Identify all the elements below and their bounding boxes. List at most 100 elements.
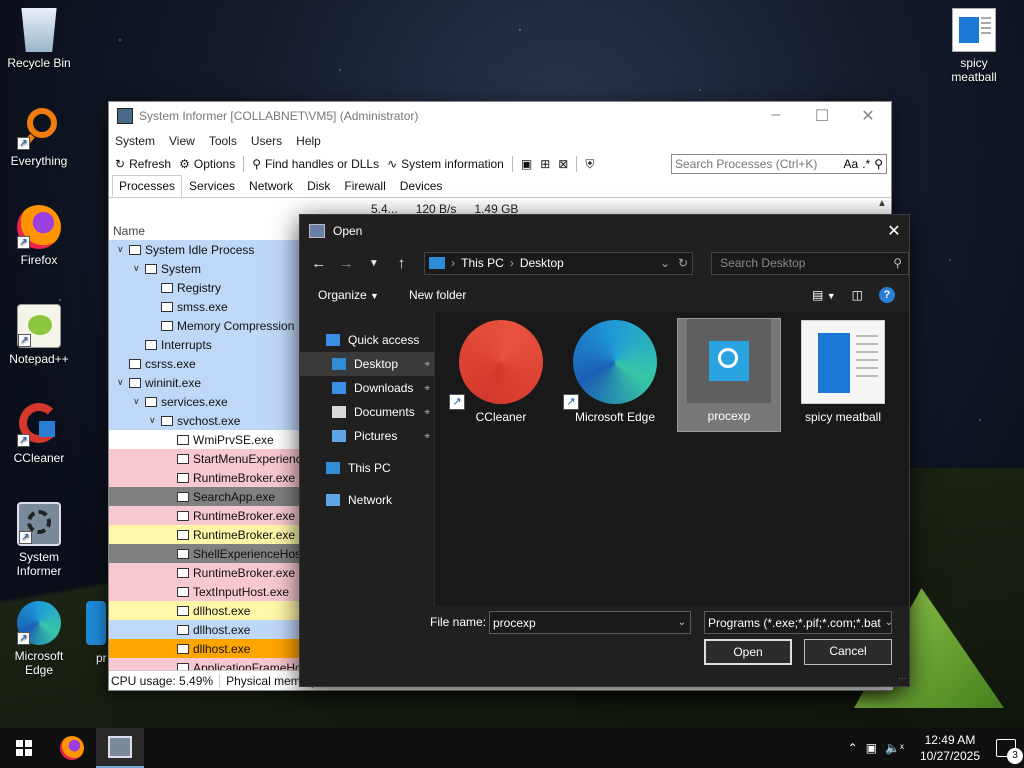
close-icon[interactable]: ✕ — [845, 106, 891, 126]
close-box-icon[interactable]: ⊠ — [558, 157, 568, 171]
expand-chevron-icon[interactable]: ∨ — [117, 377, 129, 388]
menu-view[interactable]: View — [169, 134, 195, 148]
process-row[interactable]: csrss.exe — [109, 354, 301, 373]
process-row[interactable]: RuntimeBroker.exe — [109, 506, 301, 525]
organize-button[interactable]: Organize ▼ — [318, 288, 379, 302]
back-arrow-icon[interactable]: ← — [310, 255, 328, 272]
file-type-select[interactable]: Programs (*.exe;*.pif;*.com;*.bat ⌄ — [704, 611, 892, 634]
search-processes-input[interactable]: Search Processes (Ctrl+K) Aa .* ⚲ — [671, 154, 887, 174]
process-row[interactable]: Memory Compression — [109, 316, 301, 335]
resize-grip-icon[interactable]: ⋯ — [898, 673, 907, 684]
nav-item-documents[interactable]: Documents ⌖ — [300, 400, 434, 424]
expand-chevron-icon[interactable]: ∨ — [149, 415, 161, 426]
options-button[interactable]: ⚙ Options — [179, 157, 235, 171]
breadcrumb-desktop[interactable]: Desktop — [520, 256, 564, 270]
breadcrumb-this-pc[interactable]: This PC — [461, 256, 504, 270]
find-handles-button[interactable]: ⚲ Find handles or DLLs — [252, 157, 379, 171]
process-row[interactable]: SearchApp.exe — [109, 487, 301, 506]
file-name-input[interactable]: procexp ⌄ — [489, 611, 691, 634]
tab-services[interactable]: Services — [182, 175, 242, 197]
network-icon[interactable]: ▣ — [866, 741, 877, 755]
desktop-icon-notepadpp[interactable]: ↗ Notepad++ — [1, 304, 77, 366]
search-desktop-input[interactable]: Search Desktop ⚲ — [711, 251, 910, 275]
process-row[interactable]: ShellExperienceHost.exe — [109, 544, 301, 563]
system-information-button[interactable]: ∿ System information — [387, 157, 504, 171]
menu-tools[interactable]: Tools — [209, 134, 237, 148]
help-icon[interactable]: ? — [879, 287, 895, 303]
process-row[interactable]: ∨ System Idle Process — [109, 240, 301, 259]
nav-item-pictures[interactable]: Pictures ⌖ — [300, 424, 434, 448]
window-icon[interactable]: ▣ — [521, 157, 532, 171]
desktop-icon-microsoft-edge[interactable]: ↗ Microsoft Edge — [1, 601, 77, 677]
desktop-icon-system-informer[interactable]: ↗ System Informer — [1, 502, 77, 578]
refresh-button[interactable]: ↻ Refresh — [115, 157, 171, 171]
regex-button[interactable]: .* — [862, 157, 870, 171]
tab-firewall[interactable]: Firewall — [337, 175, 392, 197]
cancel-button[interactable]: Cancel — [804, 639, 892, 665]
maximize-icon[interactable]: ☐ — [799, 106, 845, 126]
file-item[interactable]: Microsoft Edge ↗ — [563, 318, 667, 432]
expand-chevron-icon[interactable]: ∨ — [133, 263, 145, 274]
search-icon[interactable]: ⚲ — [874, 157, 883, 171]
view-options-button[interactable]: ▤ ▼ — [812, 288, 836, 302]
tab-devices[interactable]: Devices — [393, 175, 450, 197]
match-case-button[interactable]: Aa — [844, 157, 859, 171]
menu-help[interactable]: Help — [296, 134, 321, 148]
minimize-icon[interactable]: – — [753, 106, 799, 126]
nav-item-quick-access[interactable]: Quick access — [300, 328, 434, 352]
desktop-icon-firefox[interactable]: ↗ Firefox — [1, 205, 77, 267]
tab-network[interactable]: Network — [242, 175, 300, 197]
nav-item-this-pc[interactable]: This PC — [300, 456, 434, 480]
nav-item-desktop[interactable]: Desktop ⌖ — [300, 352, 434, 376]
volume-muted-icon[interactable]: 🔈ˣ — [885, 741, 904, 755]
process-row[interactable]: StartMenuExperienceHost.exe — [109, 449, 301, 468]
column-header-name[interactable]: Name — [113, 224, 145, 238]
start-button[interactable] — [0, 728, 48, 768]
file-item[interactable]: CCleaner ↗ — [449, 318, 553, 432]
taskbar-firefox[interactable] — [48, 728, 96, 768]
desktop-icon-partial[interactable]: pr — [86, 601, 110, 665]
recent-locations-icon[interactable]: ▼ — [365, 258, 383, 269]
desktop-icon-ccleaner[interactable]: ↗ CCleaner — [1, 403, 77, 465]
process-row[interactable]: dllhost.exe — [109, 620, 301, 639]
crosshair-icon[interactable]: ⊞ — [540, 157, 550, 171]
process-row[interactable]: dllhost.exe — [109, 639, 301, 658]
process-row[interactable]: Registry — [109, 278, 301, 297]
refresh-icon[interactable]: ↻ — [678, 256, 688, 270]
menu-system[interactable]: System — [115, 134, 155, 148]
forward-arrow-icon[interactable]: → — [338, 255, 356, 272]
chevron-down-icon[interactable]: ⌄ — [660, 256, 670, 270]
clock[interactable]: 12:49 AM 10/27/2025 — [912, 732, 988, 764]
tab-disk[interactable]: Disk — [300, 175, 337, 197]
process-row[interactable]: RuntimeBroker.exe — [109, 525, 301, 544]
chevron-down-icon[interactable]: ⌄ — [678, 617, 690, 628]
open-button[interactable]: Open — [704, 639, 792, 665]
open-file-dialog[interactable]: Open ✕ ← → ▼ ↑ › This PC › Desktop ⌄ ↻ S… — [299, 214, 910, 687]
process-row[interactable]: ∨ wininit.exe — [109, 373, 301, 392]
up-arrow-icon[interactable]: ↑ — [393, 255, 411, 272]
scroll-up-icon[interactable]: ▲ — [875, 198, 889, 214]
dialog-title-bar[interactable]: Open ✕ — [300, 215, 909, 246]
title-bar[interactable]: System Informer [COLLABNET\VM5] (Adminis… — [109, 102, 891, 130]
file-item[interactable]: procexp — [677, 318, 781, 432]
desktop-icon-recycle-bin[interactable]: Recycle Bin — [1, 8, 77, 70]
expand-chevron-icon[interactable]: ∨ — [133, 396, 145, 407]
process-row[interactable]: ∨ svchost.exe — [109, 411, 301, 430]
new-folder-button[interactable]: New folder — [409, 288, 466, 302]
close-icon[interactable]: ✕ — [879, 221, 909, 241]
process-row[interactable]: smss.exe — [109, 297, 301, 316]
process-row[interactable]: RuntimeBroker.exe — [109, 468, 301, 487]
shield-icon[interactable]: ⛨ — [585, 157, 594, 172]
taskbar-system-informer[interactable] — [96, 728, 144, 768]
desktop-icon-everything[interactable]: ↗ Everything — [1, 106, 77, 168]
file-item[interactable]: spicy meatball — [791, 318, 895, 432]
process-row[interactable]: RuntimeBroker.exe — [109, 563, 301, 582]
nav-item-downloads[interactable]: Downloads ⌖ — [300, 376, 434, 400]
process-row[interactable]: ∨ System — [109, 259, 301, 278]
notifications-button[interactable]: 3 — [996, 739, 1023, 764]
desktop-icon-spicy-meatball[interactable]: spicy meatball — [936, 8, 1012, 84]
preview-pane-icon[interactable]: ◫ — [852, 288, 863, 302]
expand-chevron-icon[interactable]: ∨ — [117, 244, 129, 255]
process-row[interactable]: WmiPrvSE.exe — [109, 430, 301, 449]
tab-processes[interactable]: Processes — [112, 175, 183, 197]
